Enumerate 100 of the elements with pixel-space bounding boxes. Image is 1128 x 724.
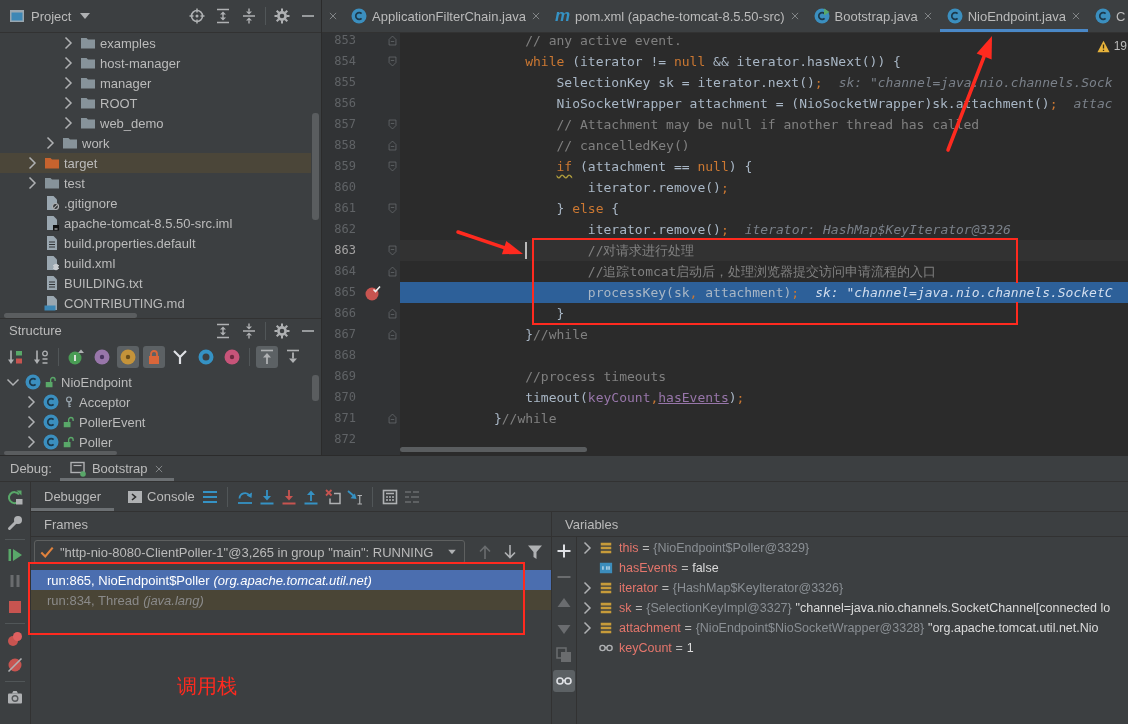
tree-item[interactable]: .gitignore (0, 193, 311, 213)
tree-item[interactable]: work (0, 133, 311, 153)
collapse-all-icon[interactable] (241, 8, 257, 24)
close-icon[interactable] (153, 463, 164, 474)
breakpoints-icon[interactable] (7, 631, 23, 647)
breakpoint-icon[interactable] (365, 284, 381, 301)
session-tab[interactable]: Bootstrap (59, 456, 174, 481)
scrollbar-thumb[interactable] (312, 113, 319, 220)
view-dropdown[interactable]: Project (31, 8, 94, 24)
fold-icon[interactable] (386, 413, 398, 424)
folder-icon (62, 135, 78, 151)
tree-item[interactable]: examples (0, 33, 311, 53)
window-icon (9, 8, 25, 24)
step-out-icon[interactable] (302, 488, 319, 505)
class-icon (43, 434, 59, 450)
expand-all-icon[interactable] (215, 8, 231, 24)
close-icon[interactable] (789, 11, 800, 21)
tree-item[interactable]: ROOT (0, 93, 311, 113)
fold-icon[interactable] (386, 308, 398, 319)
step-into-icon[interactable] (258, 488, 275, 505)
list-icon[interactable] (201, 488, 218, 505)
run-to-cursor-icon[interactable] (346, 488, 363, 505)
thread-dropdown[interactable]: "http-nio-8080-ClientPoller-1"@3,265 in group "main": RUNNING (34, 540, 465, 564)
tree-item[interactable]: apache-tomcat-8.5.50-src.iml (0, 213, 311, 233)
stack-frame[interactable]: run:865, NioEndpoint$Poller (org.apache.tomcat.util.net) (31, 570, 551, 590)
tree-item[interactable]: BUILDING.txt (0, 273, 311, 293)
fold-icon[interactable] (386, 266, 398, 277)
tree-item[interactable]: web_demo (0, 113, 311, 133)
variable-item[interactable]: hasEvents = false (577, 558, 1128, 578)
close-icon[interactable] (530, 11, 541, 21)
tree-item[interactable]: test (0, 173, 311, 193)
ring-icon[interactable] (198, 349, 214, 365)
fold-icon[interactable] (386, 35, 398, 46)
fold-icon[interactable] (386, 56, 398, 67)
tree-item[interactable]: manager (0, 73, 311, 93)
scrollbar-thumb[interactable] (4, 313, 137, 318)
mute-icon[interactable] (7, 657, 23, 673)
tab[interactable]: Console (114, 482, 199, 511)
wrench-icon[interactable] (7, 515, 23, 531)
fork-icon[interactable] (172, 349, 188, 365)
fold-icon[interactable] (386, 140, 398, 151)
expand-all-icon[interactable] (215, 322, 231, 339)
tree-item[interactable]: build.xml (0, 253, 311, 273)
editor-tab[interactable]: ApplicationFilterChain.java (344, 0, 548, 32)
editor-tab[interactable]: m pom.xml (apache-tomcat-8.5.50-src) (547, 0, 807, 32)
fold-icon[interactable] (386, 245, 398, 256)
fold-icon[interactable] (386, 161, 398, 172)
plus-icon[interactable] (556, 543, 572, 559)
upload-icon[interactable] (256, 346, 278, 368)
scrollbar-thumb[interactable] (400, 447, 587, 452)
calculator-icon[interactable] (381, 488, 398, 505)
warning-count[interactable]: 19 (1113, 39, 1127, 53)
editor-tab[interactable]: Bootstrap.java (806, 0, 940, 32)
editor-tab[interactable]: NioEndpoint.java (939, 0, 1088, 32)
settings-icon[interactable] (274, 8, 290, 24)
glasses-icon[interactable] (553, 670, 575, 692)
tree-item[interactable]: PollerEvent (0, 412, 311, 432)
camera-icon[interactable] (7, 689, 23, 705)
code-line: //追踪tomcat启动后，处理浏览器提交访问申请流程的入口 (587, 263, 937, 280)
code-line: }//while (525, 326, 588, 343)
fold-icon[interactable] (386, 119, 398, 130)
stop-icon[interactable] (7, 599, 23, 615)
circle-icon[interactable] (68, 349, 84, 365)
tree-item[interactable]: CONTRIBUTING.md (0, 293, 311, 313)
close-icon[interactable] (1070, 11, 1081, 21)
rerun-icon[interactable] (7, 489, 23, 505)
filter-icon[interactable] (527, 544, 543, 560)
settings-icon[interactable] (274, 322, 290, 339)
close-icon[interactable] (922, 11, 933, 21)
sort-icon[interactable] (7, 349, 23, 365)
download-icon[interactable] (285, 349, 301, 365)
file-icon (44, 215, 60, 231)
class-icon (25, 374, 41, 390)
variable-item[interactable]: this = {NioEndpoint$Poller@3329} (577, 538, 1128, 558)
tab[interactable]: Debugger (31, 482, 115, 511)
editor-tab[interactable]: C (1087, 0, 1128, 32)
tree-item[interactable]: host-manager (0, 53, 311, 73)
warning-icon[interactable] (1096, 39, 1110, 53)
step-into-icon[interactable] (280, 488, 297, 505)
collapse-all-icon[interactable] (241, 322, 257, 339)
variable-item[interactable]: iterator = {HashMap$KeyIterator@3326} (577, 578, 1128, 598)
variable-item[interactable]: keyCount = 1 (577, 638, 1128, 658)
variable-item[interactable]: attachment = {NioEndpoint$NioSocketWrapper@3328} "org.apache.tomcat.util.net.Nio (577, 618, 1128, 638)
close-icon[interactable] (328, 11, 338, 21)
fold-icon[interactable] (386, 203, 398, 214)
scrollbar-thumb[interactable] (312, 375, 319, 401)
arrow-down-icon[interactable] (502, 544, 518, 560)
folder-icon (80, 75, 96, 91)
lock-icon[interactable] (143, 346, 165, 368)
tree-item[interactable]: Acceptor (0, 392, 311, 412)
crosshair-icon[interactable] (189, 8, 205, 24)
line-number: 863 (334, 243, 356, 258)
tree-item[interactable]: build.properties.default (0, 233, 311, 253)
tree-item[interactable]: NioEndpoint (0, 372, 311, 392)
drop-frame-icon[interactable] (324, 488, 341, 505)
variable-item[interactable]: sk = {SelectionKeyImpl@3327} "channel=java.nio.channels.SocketChannel[connected lo (577, 598, 1128, 618)
fold-icon[interactable] (386, 329, 398, 340)
resume-icon[interactable] (7, 547, 23, 563)
tree-item[interactable]: Poller (0, 432, 311, 452)
sort-icon[interactable] (33, 349, 49, 365)
